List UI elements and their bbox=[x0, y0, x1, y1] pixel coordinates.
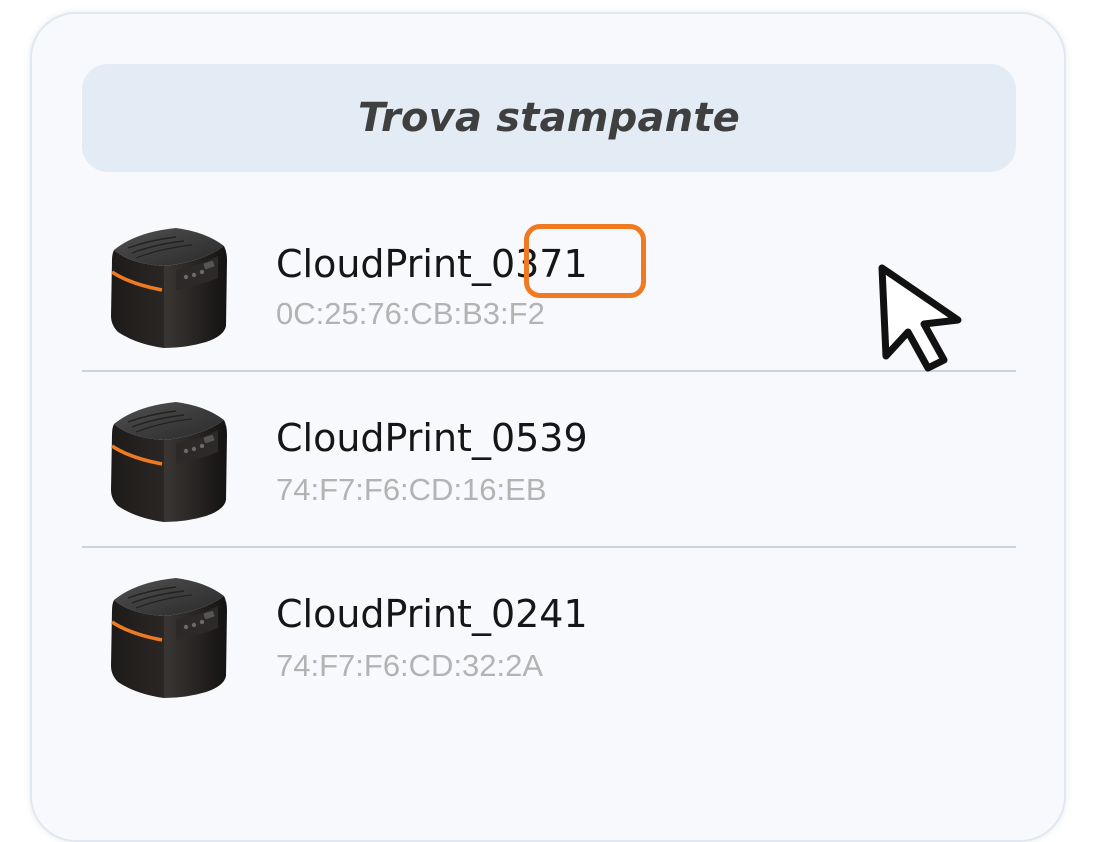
page-title: Trova stampante bbox=[357, 95, 741, 141]
printer-name: CloudPrint_0539 bbox=[276, 416, 588, 460]
printer-mac-address: 0C:25:76:CB:B3:F2 bbox=[276, 296, 545, 331]
header-bar: Trova stampante bbox=[82, 64, 1016, 172]
printer-name: CloudPrint_0241 bbox=[276, 592, 588, 636]
printer-mac-address: 74:F7:F6:CD:16:EB bbox=[276, 472, 547, 507]
thermal-printer-icon bbox=[106, 220, 230, 350]
printer-mac-address: 74:F7:F6:CD:32:2A bbox=[276, 648, 544, 683]
printer-list-item[interactable]: CloudPrint_0241 74:F7:F6:CD:32:2A bbox=[82, 548, 1016, 724]
printer-list-item[interactable]: CloudPrint_0539 74:F7:F6:CD:16:EB bbox=[82, 372, 1016, 548]
thermal-printer-icon bbox=[106, 394, 230, 524]
mouse-pointer-icon bbox=[878, 264, 962, 372]
thermal-printer-icon bbox=[106, 570, 230, 700]
highlight-annotation bbox=[524, 224, 646, 298]
